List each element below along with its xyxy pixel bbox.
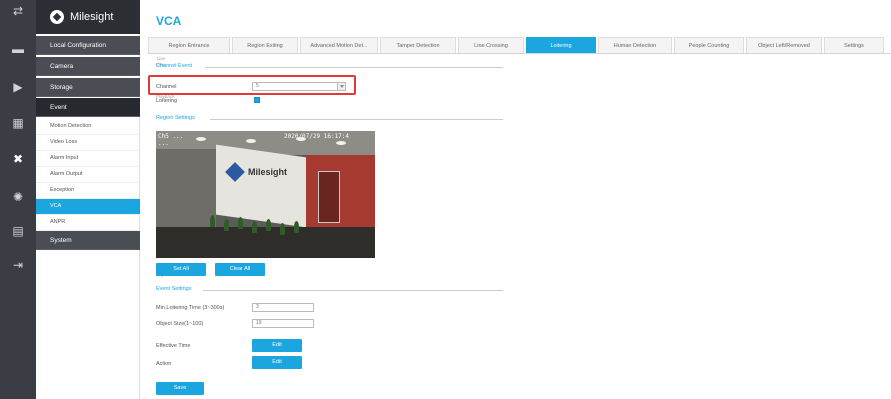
loitering-checkbox[interactable]	[254, 97, 260, 103]
playback-icon: ▶	[13, 80, 23, 94]
tab-human-detection[interactable]: Human Detection	[598, 37, 672, 53]
logs-icon: ▤	[12, 224, 24, 238]
vca-tabs: Region Entrance Region Exiting Advanced …	[148, 37, 891, 54]
status-icon: ✺	[12, 190, 24, 204]
tab-region-entrance[interactable]: Region Entrance	[148, 37, 230, 53]
set-all-button[interactable]: Set All	[156, 263, 206, 276]
section-divider	[205, 67, 503, 68]
channel-label: Channel	[156, 84, 177, 90]
milesight-logo-icon	[50, 10, 64, 24]
smart-analysis-icon: ▦	[12, 116, 24, 130]
nav-alarm-output[interactable]: Alarm Output	[36, 167, 140, 183]
brand-name: Milesight	[70, 11, 114, 23]
video-wall-logo-text: Milesight	[248, 167, 288, 177]
section-divider	[210, 119, 503, 120]
rail-playback[interactable]: ▶ Playback	[0, 80, 174, 99]
live-video-preview[interactable]: Milesight Ch5 ... ... 2020/07/29 16:17:4	[156, 131, 375, 258]
nav-vca[interactable]: VCA	[36, 199, 140, 215]
page-title: VCA	[156, 14, 182, 28]
rail-smart-analysis[interactable]: ▦Smart An...	[0, 116, 168, 141]
object-size-input[interactable]: 19	[252, 319, 314, 328]
tab-settings[interactable]: Settings	[824, 37, 884, 53]
rail-logout[interactable]: ⇥Logout	[0, 258, 170, 277]
nav-video-loss[interactable]: Video Loss	[36, 135, 140, 151]
nav-alarm-input[interactable]: Alarm Input	[36, 151, 140, 167]
channel-select[interactable]: 5	[252, 82, 346, 91]
nav-exception[interactable]: Exception	[36, 183, 140, 199]
min-loitering-time-input[interactable]: 3	[252, 303, 314, 312]
logout-icon: ⇥	[12, 258, 24, 272]
rail-logs[interactable]: ▤Logs	[0, 224, 165, 243]
chevron-down-icon	[337, 83, 345, 90]
nav-storage[interactable]: Storage	[36, 78, 140, 97]
osd-subtext: ...	[158, 140, 169, 147]
nav-anpr[interactable]: ANPR	[36, 215, 140, 231]
tools-icon: ✖	[12, 152, 24, 166]
rail-status[interactable]: ✺Status	[0, 190, 169, 209]
clear-all-button[interactable]: Clear All	[215, 263, 265, 276]
brand-header: Milesight	[36, 0, 140, 34]
action-edit-button[interactable]: Edit	[252, 356, 302, 369]
swap-icon: ⇄	[12, 4, 24, 18]
effective-time-label: Effective Time	[156, 343, 191, 349]
channel-event-heading: Channel Event	[156, 63, 193, 69]
action-label: Action	[156, 361, 172, 367]
menu-toggle[interactable]: ⇄	[0, 4, 36, 18]
osd-channel-text: Ch5 ...	[158, 133, 184, 140]
osd-timestamp: 2020/07/29 16:17:4	[284, 133, 350, 140]
nav-system[interactable]: System	[36, 231, 140, 250]
tab-tamper-detection[interactable]: Tamper Detection	[380, 37, 456, 53]
nav-event[interactable]: Event	[36, 98, 140, 117]
region-settings-heading: Region Settings	[156, 115, 195, 121]
section-divider	[203, 290, 503, 291]
save-button[interactable]: Save	[156, 382, 204, 395]
effective-time-edit-button[interactable]: Edit	[252, 339, 302, 352]
tab-loitering[interactable]: Loitering	[526, 37, 596, 53]
tab-object-left-removed[interactable]: Object Left/Removed	[746, 37, 822, 53]
object-size-label: Object Size(1~100)	[156, 321, 204, 327]
nav-motion-detection[interactable]: Motion Detection	[36, 119, 140, 135]
min-loitering-time-label: Min.Loitering Time (3~300s)	[156, 305, 225, 311]
tab-people-counting[interactable]: People Counting	[674, 37, 744, 53]
live-view-icon: ▬	[12, 42, 24, 56]
event-settings-heading: Event Settings	[156, 286, 192, 292]
icon-rail: ⇄ ▬Live View ▶Playback ▦Smart An... ✖Set…	[0, 0, 174, 399]
rail-settings[interactable]: ✖Settings	[0, 152, 172, 171]
tab-advanced-motion-detection[interactable]: Advanced Motion Det...	[300, 37, 378, 53]
tab-line-crossing[interactable]: Line Crossing	[458, 37, 524, 53]
loitering-label: Loitering	[156, 98, 178, 104]
nav-camera[interactable]: Camera	[36, 57, 140, 76]
rail-live-view[interactable]: ▬ Live View	[0, 42, 166, 67]
channel-select-value: 5	[256, 83, 259, 89]
nav-local-configuration[interactable]: Local Configuration	[36, 36, 140, 55]
tab-region-exiting[interactable]: Region Exiting	[232, 37, 298, 53]
